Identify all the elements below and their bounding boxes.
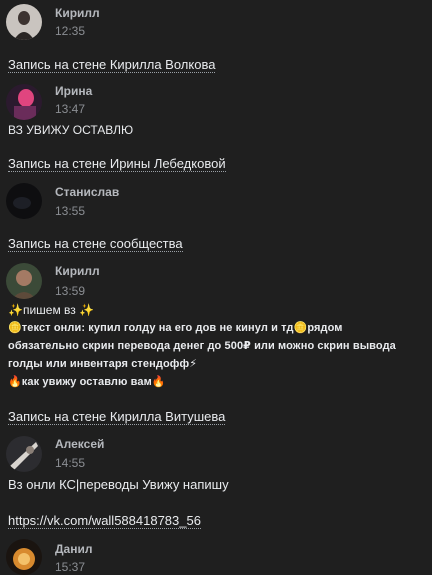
author-name[interactable]: Алексей [55,437,104,451]
avatar[interactable] [6,183,42,219]
avatar[interactable] [6,4,42,40]
post-link[interactable]: Запись на стене Кирилла Волкова [8,57,216,73]
comment-text: ВЗ УВИЖУ ОСТАВЛЮ [8,123,134,137]
timestamp: 13:47 [55,102,86,116]
author-name[interactable]: Станислав [55,185,119,199]
avatar[interactable] [6,84,42,120]
comment-text: Вз онли КС|переводы Увижу напишу [8,477,229,492]
timestamp: 12:35 [55,24,86,38]
post-link[interactable]: Запись на стене сообщества [8,236,183,252]
post-link[interactable]: Запись на стене Кирилла Витушева [8,409,226,425]
comment-text-line: обязательно скрин перевода денег до 500₽… [8,340,396,352]
post-link[interactable]: Запись на стене Ирины Лебедковой [8,156,226,172]
comment-text-line: 🪙текст онли: купил голду на его дов не к… [8,322,343,334]
author-name[interactable]: Данил [55,542,92,556]
timestamp: 13:59 [55,284,86,298]
timestamp: 13:55 [55,204,86,218]
avatar[interactable] [6,436,42,472]
author-name[interactable]: Кирилл [55,264,100,278]
comment-text-line: 🔥как увижу оставлю вам🔥 [8,376,166,388]
timestamp: 14:55 [55,456,86,470]
author-name[interactable]: Кирилл [55,6,100,20]
avatar[interactable] [6,263,42,299]
comment-text-line: ✨пишем вз ✨ [8,303,95,317]
wall-url-link[interactable]: https://vk.com/wall588418783_56 [8,513,201,529]
avatar[interactable] [6,539,42,575]
author-name[interactable]: Ирина [55,84,92,98]
timestamp: 15:37 [55,560,86,574]
comment-text-line: голды или инвентаря стендофф⚡ [8,358,198,370]
